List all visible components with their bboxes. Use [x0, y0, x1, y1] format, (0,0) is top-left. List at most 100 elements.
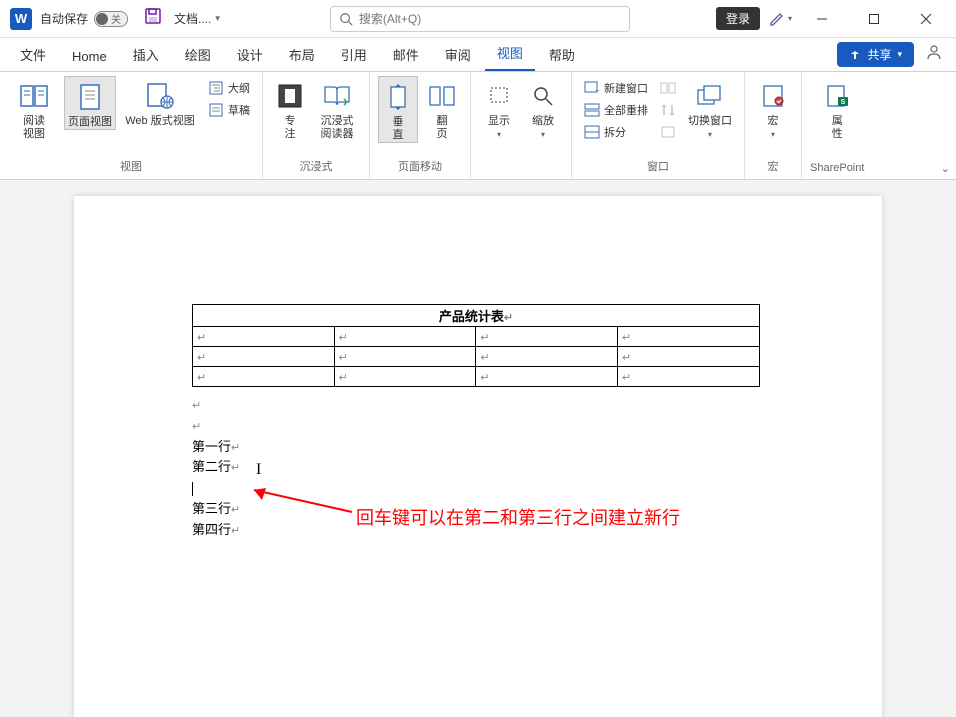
- minimize-button[interactable]: [800, 4, 844, 34]
- split-button[interactable]: 拆分: [580, 122, 652, 142]
- para-mark: ↵: [480, 352, 489, 364]
- toggle-knob: [96, 13, 108, 25]
- maximize-button[interactable]: [852, 4, 896, 34]
- titlebar-right: 登录 ▾: [716, 4, 956, 34]
- vertical-icon: [382, 81, 414, 113]
- focus-button[interactable]: 专 注: [271, 76, 309, 141]
- tab-draw[interactable]: 绘图: [173, 38, 223, 71]
- arrange-all-icon: [584, 102, 600, 118]
- search-field[interactable]: [359, 12, 621, 26]
- ribbon-group-immersive: 专 注 沉浸式 阅读器 沉浸式: [263, 72, 370, 179]
- ribbon-group-sharepoint: S 属 性 SharePoint: [802, 72, 872, 179]
- share-icon: [849, 49, 861, 61]
- table-row[interactable]: ↵↵↵↵: [193, 327, 760, 347]
- chevron-down-icon: ▾: [897, 49, 902, 60]
- window-stack-2: [656, 76, 680, 142]
- outline-icon: [208, 80, 224, 96]
- group-page-movement-label: 页面移动: [398, 158, 442, 177]
- side-to-side-button[interactable]: 翻 页: [422, 76, 462, 141]
- document-page[interactable]: 产品统计表↵ ↵↵↵↵ ↵↵↵↵ ↵↵↵↵ ↵ ↵ 第一行↵ 第二行↵I ↵ 第…: [74, 196, 882, 717]
- reset-window-icon: [660, 124, 676, 140]
- login-button[interactable]: 登录: [716, 7, 760, 30]
- person-icon[interactable]: [926, 44, 942, 65]
- vertical-button[interactable]: 垂 直: [378, 76, 418, 143]
- group-macros-label: 宏: [768, 158, 779, 177]
- table-row[interactable]: ↵↵↵↵: [193, 367, 760, 387]
- tab-layout[interactable]: 布局: [277, 38, 327, 71]
- outline-label: 大纲: [228, 80, 250, 96]
- new-window-button[interactable]: +新建窗口: [580, 78, 652, 98]
- tab-design[interactable]: 设计: [225, 38, 275, 71]
- zoom-label: 缩放: [532, 115, 554, 128]
- immersive-reader-button[interactable]: 沉浸式 阅读器: [313, 76, 361, 141]
- line-2-text: 第二行: [192, 459, 231, 474]
- tab-file[interactable]: 文件: [8, 38, 58, 71]
- group-immersive-label: 沉浸式: [300, 158, 333, 177]
- document-title[interactable]: 文档.... ▾: [174, 10, 220, 27]
- draft-icon: [208, 102, 224, 118]
- para-mark: ↵: [197, 332, 206, 344]
- switch-windows-dropdown[interactable]: 切换窗口 ▾: [684, 76, 736, 139]
- tab-help[interactable]: 帮助: [537, 38, 587, 71]
- focus-label: 专 注: [285, 115, 296, 141]
- para-mark: ↵: [480, 332, 489, 344]
- para-mark: ↵: [197, 352, 206, 364]
- immersive-reader-icon: [321, 80, 353, 112]
- search-input[interactable]: [330, 6, 630, 32]
- sync-scroll-button[interactable]: [656, 100, 680, 120]
- split-label: 拆分: [604, 124, 626, 140]
- word-app-icon: W: [10, 8, 32, 30]
- reset-window-button[interactable]: [656, 122, 680, 142]
- tab-mailings[interactable]: 邮件: [381, 38, 431, 71]
- tab-home[interactable]: Home: [60, 42, 119, 71]
- read-mode-button[interactable]: 阅读 视图: [8, 76, 60, 141]
- autosave-toggle[interactable]: 关: [94, 11, 128, 27]
- print-layout-button[interactable]: 页面视图: [64, 76, 116, 130]
- side-by-side-icon: [660, 80, 676, 96]
- share-label: 共享: [867, 46, 891, 63]
- view-side-button[interactable]: [656, 78, 680, 98]
- line-4-text: 第四行: [192, 522, 231, 537]
- tab-view[interactable]: 视图: [485, 36, 535, 71]
- chevron-down-icon: ▾: [497, 131, 501, 139]
- properties-button[interactable]: S 属 性: [814, 76, 860, 141]
- save-icon[interactable]: [144, 7, 162, 30]
- focus-icon: [274, 80, 306, 112]
- group-sharepoint-label: SharePoint: [810, 162, 864, 177]
- tab-references[interactable]: 引用: [329, 38, 379, 71]
- close-button[interactable]: [904, 4, 948, 34]
- print-layout-icon: [74, 81, 106, 113]
- pen-icon[interactable]: ▾: [768, 10, 792, 28]
- web-layout-button[interactable]: Web 版式视图: [120, 76, 200, 128]
- switch-windows-label: 切换窗口: [688, 115, 732, 128]
- table-title-cell[interactable]: 产品统计表↵: [193, 305, 760, 327]
- ribbon-collapse-icon[interactable]: ⌄: [941, 162, 950, 175]
- read-mode-icon: [18, 80, 50, 112]
- search-icon: [339, 12, 353, 26]
- ribbon: 阅读 视图 页面视图 Web 版式视图 大纲 草稿 视图 专 注: [0, 72, 956, 180]
- table-row[interactable]: ↵ ↵ ↵ ↵: [193, 347, 760, 367]
- chevron-down-icon: ▾: [541, 131, 545, 139]
- line-3-text: 第三行: [192, 501, 231, 516]
- outline-button[interactable]: 大纲: [204, 78, 254, 98]
- macros-dropdown[interactable]: 宏 ▾: [753, 76, 793, 139]
- para-mark: ↵: [622, 372, 631, 384]
- show-dropdown[interactable]: 显示 ▾: [479, 76, 519, 139]
- draft-button[interactable]: 草稿: [204, 100, 254, 120]
- tab-review[interactable]: 审阅: [433, 38, 483, 71]
- product-table[interactable]: 产品统计表↵ ↵↵↵↵ ↵↵↵↵ ↵↵↵↵: [192, 304, 760, 387]
- para-mark: ↵: [622, 352, 631, 364]
- para-mark: ↵: [339, 352, 348, 364]
- share-button[interactable]: 共享 ▾: [837, 42, 914, 67]
- chevron-down-icon: ▾: [771, 131, 775, 139]
- show-icon: [483, 80, 515, 112]
- document-workspace[interactable]: 产品统计表↵ ↵↵↵↵ ↵↵↵↵ ↵↵↵↵ ↵ ↵ 第一行↵ 第二行↵I ↵ 第…: [0, 180, 956, 717]
- ribbon-group-show-zoom: 显示 ▾ 缩放 ▾: [471, 72, 572, 179]
- sync-scroll-icon: [660, 102, 676, 118]
- immersive-reader-label: 沉浸式 阅读器: [321, 115, 354, 141]
- zoom-dropdown[interactable]: 缩放 ▾: [523, 76, 563, 139]
- tab-insert[interactable]: 插入: [121, 38, 171, 71]
- arrange-all-button[interactable]: 全部重排: [580, 100, 652, 120]
- chevron-down-icon: ▾: [215, 13, 220, 24]
- web-layout-icon: [144, 80, 176, 112]
